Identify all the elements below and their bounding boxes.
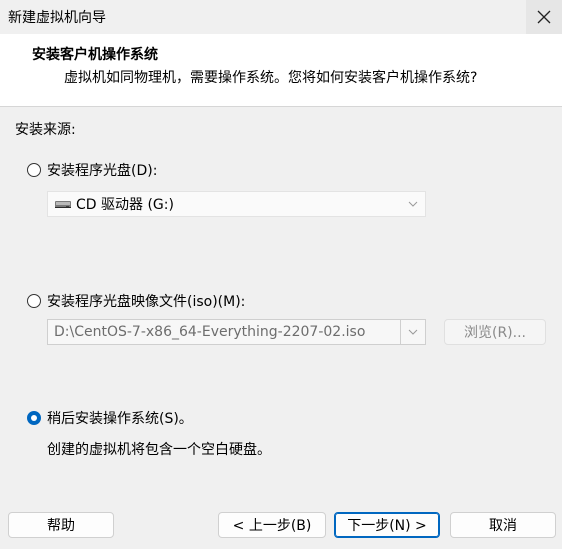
wizard-header: 安装客户机操作系统 虚拟机如同物理机，需要操作系统。您将如何安装客户机操作系统? xyxy=(0,34,562,107)
later-radio[interactable] xyxy=(27,411,41,425)
disc-radio[interactable] xyxy=(27,163,41,177)
iso-option-label: 安装程序光盘映像文件(iso)(M): xyxy=(47,294,246,310)
later-option-label: 稍后安装操作系统(S)。 xyxy=(47,411,193,427)
disc-option-label: 安装程序光盘(D): xyxy=(47,163,158,179)
page-subtitle: 虚拟机如同物理机，需要操作系统。您将如何安装客户机操作系统? xyxy=(64,70,478,86)
browse-button[interactable]: 浏览(R)... xyxy=(444,319,546,345)
disc-option[interactable]: 安装程序光盘(D): xyxy=(27,160,157,180)
later-note: 创建的虚拟机将包含一个空白硬盘。 xyxy=(47,442,271,458)
window-title: 新建虚拟机向导 xyxy=(8,10,106,26)
disc-drive-select[interactable]: CD 驱动器 (G:) xyxy=(47,191,426,217)
cd-drive-icon xyxy=(54,197,72,211)
iso-option[interactable]: 安装程序光盘映像文件(iso)(M): xyxy=(27,291,245,311)
help-button[interactable]: 帮助 xyxy=(8,512,114,538)
chevron-down-icon xyxy=(400,320,425,344)
chevron-down-icon xyxy=(401,192,425,216)
disc-drive-value: CD 驱动器 (G:) xyxy=(76,197,174,213)
title-bar: 新建虚拟机向导 xyxy=(0,0,562,34)
iso-path-value: D:\CentOS-7-x86_64-Everything-2207-02.is… xyxy=(54,324,366,340)
iso-radio[interactable] xyxy=(27,294,41,308)
cancel-button[interactable]: 取消 xyxy=(450,512,556,538)
close-button[interactable] xyxy=(526,0,562,34)
install-source-label: 安装来源: xyxy=(15,122,76,138)
page-title: 安装客户机操作系统 xyxy=(32,47,158,63)
close-icon xyxy=(537,10,551,24)
next-button[interactable]: 下一步(N) > xyxy=(334,512,440,538)
later-option[interactable]: 稍后安装操作系统(S)。 xyxy=(27,408,193,428)
iso-path-select[interactable]: D:\CentOS-7-x86_64-Everything-2207-02.is… xyxy=(47,319,426,345)
back-button[interactable]: < 上一步(B) xyxy=(218,512,326,538)
